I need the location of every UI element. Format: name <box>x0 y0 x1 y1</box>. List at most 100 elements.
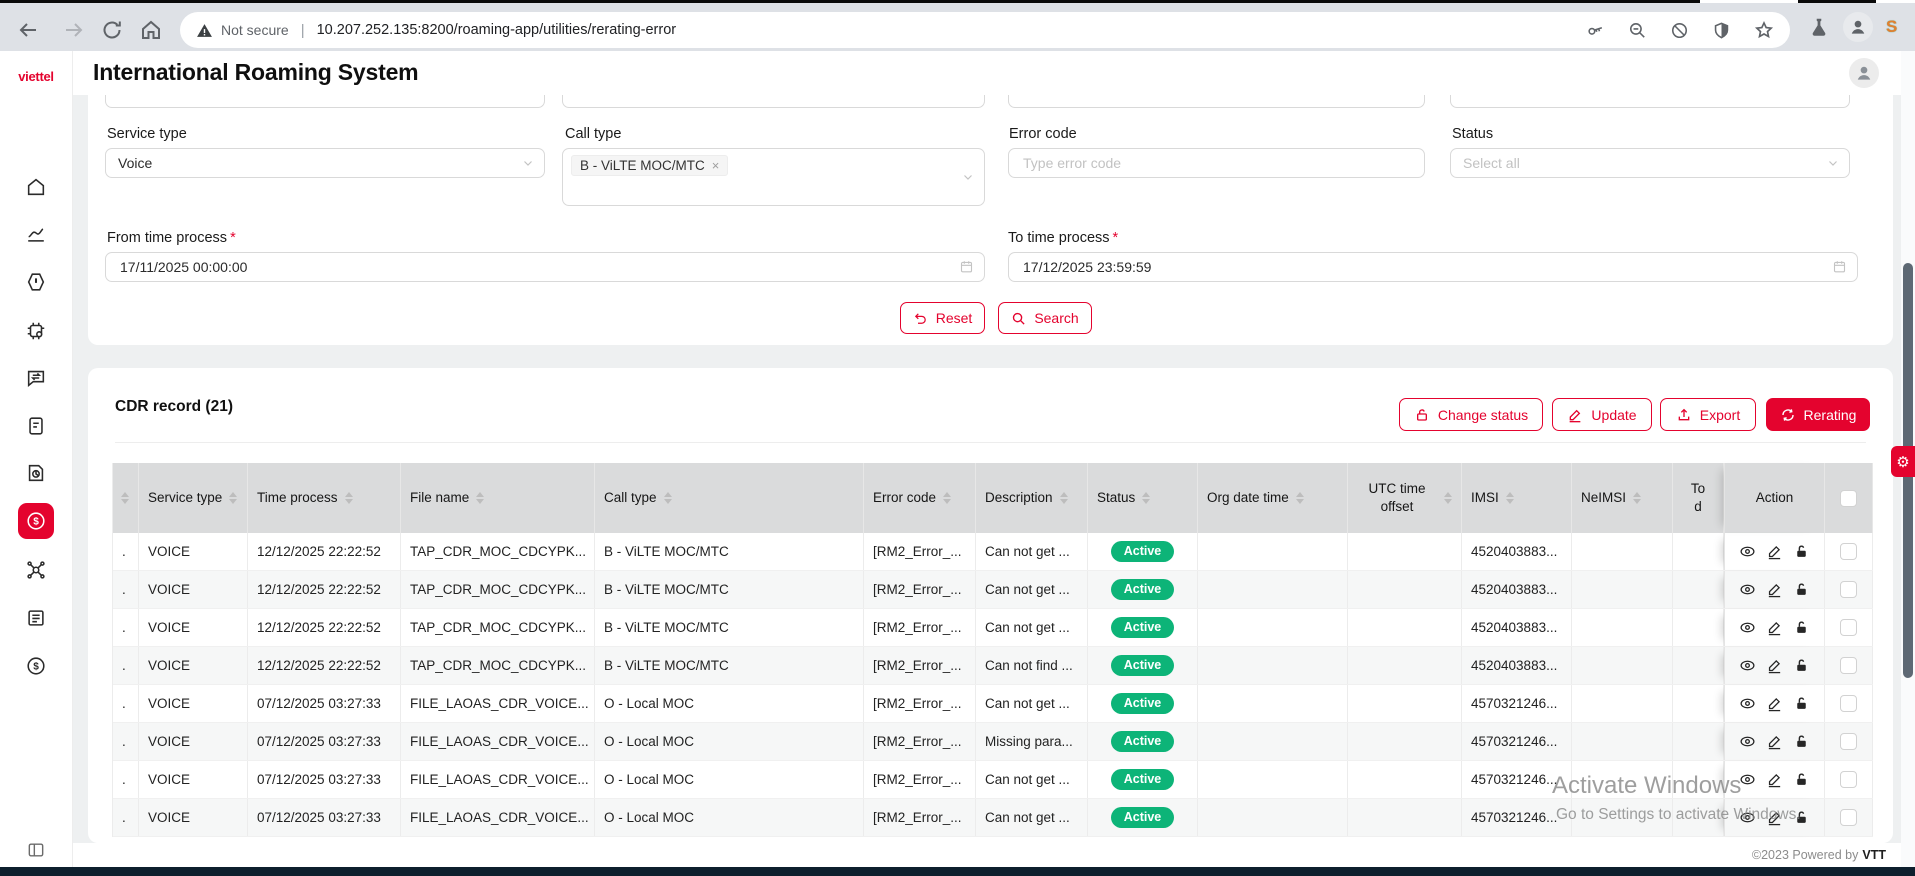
to-time-field[interactable] <box>1008 252 1858 282</box>
row-checkbox[interactable] <box>1840 771 1857 788</box>
content-blocked-icon[interactable] <box>1670 21 1689 40</box>
edit-pencil-icon[interactable] <box>1766 581 1783 598</box>
select-all-checkbox[interactable] <box>1840 490 1857 507</box>
column-header-overflow[interactable] <box>113 463 139 533</box>
sidebar-item-home[interactable] <box>17 168 55 206</box>
privacy-shield-icon[interactable] <box>1712 21 1731 40</box>
sort-caret-icon[interactable] <box>1633 492 1641 504</box>
tag-remove-icon[interactable]: × <box>712 158 720 173</box>
view-eye-icon[interactable] <box>1739 543 1756 560</box>
from-time-input[interactable] <box>118 258 972 276</box>
search-button[interactable]: Search <box>998 302 1092 334</box>
row-checkbox[interactable] <box>1840 657 1857 674</box>
edit-pencil-icon[interactable] <box>1766 809 1783 826</box>
lock-icon[interactable] <box>1793 809 1810 826</box>
view-eye-icon[interactable] <box>1739 581 1756 598</box>
change-status-button[interactable]: Change status <box>1399 398 1543 431</box>
reset-button[interactable]: Reset <box>900 302 985 334</box>
to-time-input[interactable] <box>1021 258 1845 276</box>
column-header-imsi[interactable]: IMSI <box>1462 463 1572 533</box>
bookmark-star-icon[interactable] <box>1754 20 1774 40</box>
sidebar-item-messages[interactable] <box>17 359 55 397</box>
export-button[interactable]: Export <box>1660 398 1756 431</box>
sort-caret-icon[interactable] <box>229 492 237 504</box>
sort-caret-icon[interactable] <box>1296 492 1304 504</box>
edit-pencil-icon[interactable] <box>1766 657 1783 674</box>
error-code-field[interactable] <box>1008 148 1425 178</box>
column-header-time-process[interactable]: Time process <box>248 463 401 533</box>
row-checkbox[interactable] <box>1840 543 1857 560</box>
zoom-out-icon[interactable] <box>1628 21 1647 40</box>
password-key-icon[interactable] <box>1586 21 1605 40</box>
sidebar-collapse-icon[interactable] <box>26 840 46 860</box>
row-checkbox[interactable] <box>1840 733 1857 750</box>
user-avatar[interactable] <box>1849 58 1879 88</box>
call-type-multiselect[interactable]: B - ViLTE MOC/MTC × <box>562 148 985 206</box>
edit-pencil-icon[interactable] <box>1766 695 1783 712</box>
sort-caret-icon[interactable] <box>121 492 129 504</box>
sidebar-item-analytics[interactable] <box>17 215 55 253</box>
row-checkbox[interactable] <box>1840 619 1857 636</box>
column-header-status[interactable]: Status <box>1088 463 1198 533</box>
lock-icon[interactable] <box>1793 657 1810 674</box>
column-header-neimsi[interactable]: NeIMSI <box>1572 463 1673 533</box>
sidebar-item-file-reports[interactable] <box>17 454 55 492</box>
sidebar-item-network[interactable] <box>17 551 55 589</box>
service-type-select[interactable]: Voice <box>105 148 545 178</box>
browser-profile-button[interactable] <box>1843 12 1873 42</box>
s-extension-icon[interactable]: S <box>1886 17 1897 37</box>
column-header-org-date-time[interactable]: Org date time <box>1198 463 1348 533</box>
sort-caret-icon[interactable] <box>345 492 353 504</box>
sort-caret-icon[interactable] <box>1444 492 1452 504</box>
extension-flask-icon[interactable] <box>1808 16 1830 38</box>
view-eye-icon[interactable] <box>1739 809 1756 826</box>
view-eye-icon[interactable] <box>1739 695 1756 712</box>
url-text[interactable]: 10.207.252.135:8200/roaming-app/utilitie… <box>317 22 677 38</box>
sort-caret-icon[interactable] <box>1060 492 1068 504</box>
address-bar[interactable]: Not secure | 10.207.252.135:8200/roaming… <box>180 12 1790 48</box>
view-eye-icon[interactable] <box>1739 657 1756 674</box>
view-eye-icon[interactable] <box>1739 733 1756 750</box>
sidebar-item-processing[interactable] <box>17 312 55 350</box>
rerating-button[interactable]: Rerating <box>1766 398 1870 431</box>
not-secure-chip[interactable]: Not secure <box>196 22 289 39</box>
update-button[interactable]: Update <box>1552 398 1652 431</box>
browser-home-icon[interactable] <box>139 18 163 42</box>
sidebar-item-finance[interactable]: $ <box>17 647 55 685</box>
calendar-icon[interactable] <box>959 259 974 274</box>
sort-caret-icon[interactable] <box>476 492 484 504</box>
row-checkbox[interactable] <box>1840 695 1857 712</box>
sort-caret-icon[interactable] <box>1142 492 1150 504</box>
browser-back-icon[interactable] <box>16 18 40 42</box>
column-header-file-name[interactable]: File name <box>401 463 595 533</box>
edit-pencil-icon[interactable] <box>1766 771 1783 788</box>
sidebar-item-logs[interactable] <box>17 599 55 637</box>
sort-caret-icon[interactable] <box>1506 492 1514 504</box>
lock-icon[interactable] <box>1793 695 1810 712</box>
edit-pencil-icon[interactable] <box>1766 733 1783 750</box>
row-checkbox[interactable] <box>1840 809 1857 826</box>
column-header-error-code[interactable]: Error code <box>864 463 976 533</box>
column-header-description[interactable]: Description <box>976 463 1088 533</box>
lock-icon[interactable] <box>1793 733 1810 750</box>
lock-icon[interactable] <box>1793 543 1810 560</box>
sort-caret-icon[interactable] <box>943 492 951 504</box>
settings-gear-button[interactable]: ⚙ <box>1891 446 1915 477</box>
from-time-field[interactable] <box>105 252 985 282</box>
column-header-utc-time-offset[interactable]: UTC time offset <box>1348 463 1462 533</box>
browser-reload-icon[interactable] <box>100 18 124 42</box>
edit-pencil-icon[interactable] <box>1766 619 1783 636</box>
sort-caret-icon[interactable] <box>664 492 672 504</box>
sidebar-item-billing-active[interactable]: $ <box>18 503 54 539</box>
calendar-icon[interactable] <box>1832 259 1847 274</box>
lock-icon[interactable] <box>1793 771 1810 788</box>
view-eye-icon[interactable] <box>1739 619 1756 636</box>
error-code-input[interactable] <box>1021 154 1412 172</box>
column-header-call-type[interactable]: Call type <box>595 463 864 533</box>
lock-icon[interactable] <box>1793 619 1810 636</box>
view-eye-icon[interactable] <box>1739 771 1756 788</box>
status-select[interactable]: Select all <box>1450 148 1850 178</box>
column-header-service-type[interactable]: Service type <box>139 463 248 533</box>
sidebar-item-documents[interactable] <box>17 407 55 445</box>
lock-icon[interactable] <box>1793 581 1810 598</box>
